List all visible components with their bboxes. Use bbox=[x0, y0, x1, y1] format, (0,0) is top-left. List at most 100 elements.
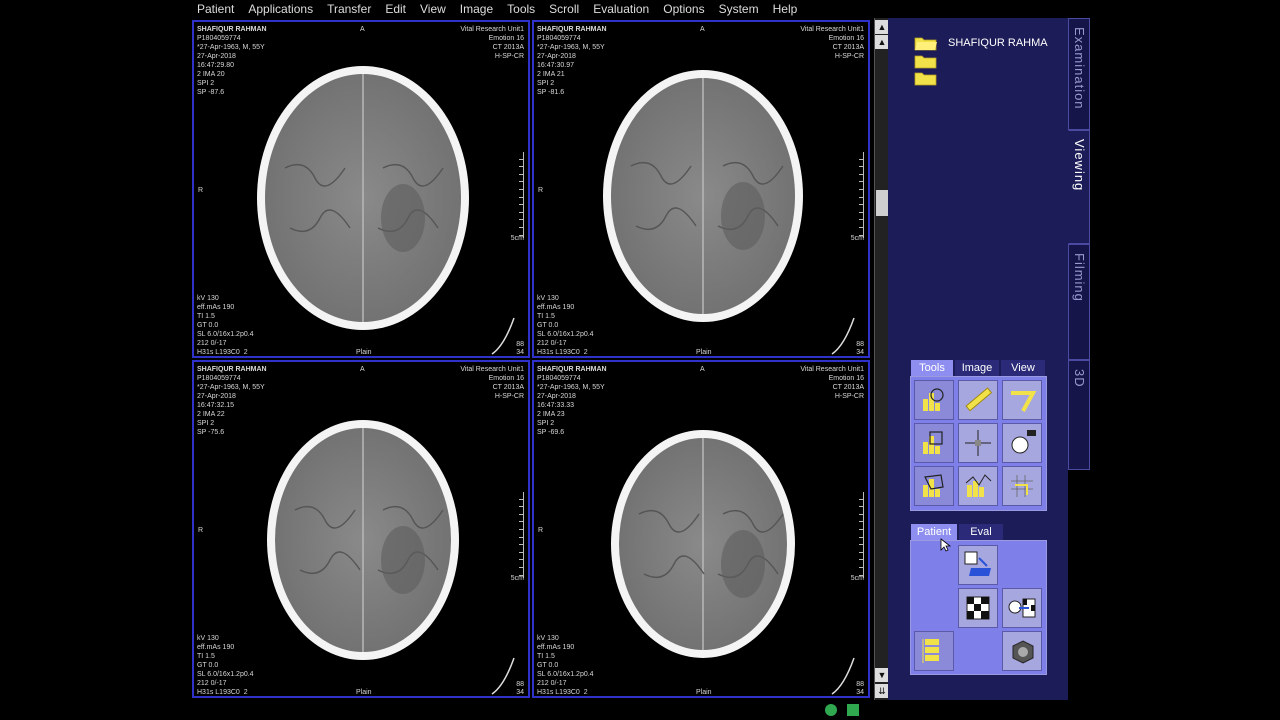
tab-view[interactable]: View bbox=[1001, 360, 1045, 376]
page-indicator-2: 34 bbox=[856, 689, 864, 696]
tech-gt: GT 0.0 bbox=[537, 322, 559, 329]
spi-value: SPI 2 bbox=[537, 420, 555, 427]
menu-image[interactable]: Image bbox=[453, 0, 500, 18]
viewport-3[interactable]: SHAFIQUR RAHMAN P1804059774 *27-Apr-1963… bbox=[192, 360, 530, 698]
hsp-label: H-SP-CR bbox=[494, 53, 524, 60]
tech-kv: kV 130 bbox=[537, 295, 559, 302]
menu-patient[interactable]: Patient bbox=[190, 0, 241, 18]
arrow-up-icon: ▲ bbox=[877, 22, 887, 32]
menu-system[interactable]: System bbox=[712, 0, 766, 18]
menu-options[interactable]: Options bbox=[656, 0, 711, 18]
copy-layout-icon bbox=[1008, 598, 1036, 618]
slice-position: SP -75.6 bbox=[197, 429, 225, 436]
scroll-thumb[interactable] bbox=[876, 190, 888, 216]
scroll-end-button[interactable]: ⇊ bbox=[875, 684, 889, 698]
viewport-1[interactable]: SHAFIQUR RAHMAN P1804059774 *27-Apr-1963… bbox=[192, 20, 530, 358]
menu-view[interactable]: View bbox=[413, 0, 453, 18]
scroll-page-up-button[interactable]: ▲ bbox=[875, 35, 889, 49]
menu-transfer[interactable]: Transfer bbox=[320, 0, 378, 18]
tab-3d[interactable]: 3D bbox=[1068, 360, 1090, 470]
status-bar bbox=[820, 700, 1088, 720]
tech-gt: GT 0.0 bbox=[537, 662, 559, 669]
copy-to-layout-button[interactable] bbox=[1002, 588, 1042, 628]
distance-button[interactable] bbox=[958, 380, 998, 420]
scroll-down-button[interactable]: ▼ bbox=[875, 668, 889, 682]
roi-circle-button[interactable] bbox=[914, 380, 954, 420]
study-date: 27-Apr-2018 bbox=[197, 393, 236, 400]
folder-open-icon[interactable] bbox=[914, 35, 938, 51]
layout-button[interactable] bbox=[958, 588, 998, 628]
network-indicator-icon bbox=[847, 704, 859, 716]
scale-ruler bbox=[859, 492, 864, 578]
slice-position: SP -69.6 bbox=[537, 429, 565, 436]
hsp-label: H-SP-CR bbox=[834, 53, 864, 60]
ct-brain-image[interactable] bbox=[534, 22, 870, 358]
roi-rectangle-button[interactable] bbox=[914, 423, 954, 463]
tech-ti: TI 1.5 bbox=[537, 653, 555, 660]
ct-brain-image[interactable] bbox=[534, 362, 870, 698]
angle-button[interactable] bbox=[1002, 380, 1042, 420]
image-scrollbar[interactable]: ▲ ▲ ▼ ⇊ bbox=[874, 18, 889, 700]
tech-kv: kV 130 bbox=[197, 295, 219, 302]
image-number: 2 IMA 20 bbox=[197, 71, 225, 78]
folder-icon[interactable] bbox=[914, 53, 938, 69]
mouse-cursor-icon bbox=[940, 538, 952, 552]
profile-button[interactable] bbox=[958, 466, 998, 506]
tab-eval[interactable]: Eval bbox=[959, 524, 1003, 540]
study-time: 16:47:29.80 bbox=[197, 62, 234, 69]
spi-value: SPI 2 bbox=[537, 80, 555, 87]
kernel-label: Plain bbox=[356, 689, 372, 696]
annotation-button[interactable] bbox=[1002, 423, 1042, 463]
save-to-folder-button[interactable] bbox=[958, 545, 998, 585]
tech-window: 212 0/-17 bbox=[537, 680, 567, 687]
study-time: 16:47:32.15 bbox=[197, 402, 234, 409]
viewport-4[interactable]: SHAFIQUR RAHMAN P1804059774 *27-Apr-1963… bbox=[532, 360, 870, 698]
tab-viewing[interactable]: Viewing bbox=[1068, 130, 1090, 244]
image-number: 2 IMA 22 bbox=[197, 411, 225, 418]
menu-scroll[interactable]: Scroll bbox=[542, 0, 586, 18]
ct-brain-image[interactable] bbox=[194, 22, 530, 358]
viewport-2[interactable]: SHAFIQUR RAHMAN P1804059774 *27-Apr-1963… bbox=[532, 20, 870, 358]
scanner-model: Emotion 16 bbox=[488, 375, 524, 382]
patient-dob: *27-Apr-1963, M, 55Y bbox=[537, 384, 605, 391]
ct-version: CT 2013A bbox=[492, 384, 524, 391]
menu-edit[interactable]: Edit bbox=[378, 0, 413, 18]
orientation-left: R bbox=[538, 187, 544, 194]
grid-button[interactable] bbox=[1002, 466, 1042, 506]
tab-tools[interactable]: Tools bbox=[911, 360, 953, 376]
scale-ruler bbox=[519, 152, 524, 238]
patient-folder-label[interactable]: SHAFIQUR RAHMA bbox=[948, 37, 1048, 49]
orientation-left: R bbox=[538, 527, 544, 534]
window-level-curve-icon bbox=[831, 317, 855, 355]
volume-button[interactable] bbox=[1002, 631, 1042, 671]
tech-kernel: H31s L193C0 2 bbox=[197, 689, 248, 696]
menu-applications[interactable]: Applications bbox=[241, 0, 320, 18]
tab-examination[interactable]: Examination bbox=[1068, 18, 1090, 130]
study-time: 16:47:33.33 bbox=[537, 402, 574, 409]
page-indicator-2: 34 bbox=[516, 689, 524, 696]
page-indicator-2: 34 bbox=[516, 349, 524, 356]
study-date: 27-Apr-2018 bbox=[537, 393, 576, 400]
tech-mas: eff.mAs 190 bbox=[197, 644, 235, 651]
ct-brain-image[interactable] bbox=[194, 362, 530, 698]
folder-icon[interactable] bbox=[914, 70, 938, 86]
tab-filming[interactable]: Filming bbox=[1068, 244, 1090, 360]
tech-ti: TI 1.5 bbox=[537, 313, 555, 320]
tech-kv: kV 130 bbox=[197, 635, 219, 642]
pixel-lens-button[interactable] bbox=[958, 423, 998, 463]
layout-grid-icon bbox=[966, 596, 990, 620]
tab-filming-label: Filming bbox=[1072, 253, 1087, 302]
tab-image[interactable]: Image bbox=[955, 360, 999, 376]
institution: Vital Research Unit1 bbox=[460, 26, 524, 33]
roi-freehand-button[interactable] bbox=[914, 466, 954, 506]
volume-cube-icon bbox=[1012, 640, 1034, 664]
study-time: 16:47:30.97 bbox=[537, 62, 574, 69]
series-button[interactable] bbox=[914, 631, 954, 671]
patient-id: P1804059774 bbox=[197, 35, 241, 42]
menu-help[interactable]: Help bbox=[766, 0, 805, 18]
menu-evaluation[interactable]: Evaluation bbox=[586, 0, 656, 18]
tech-kv: kV 130 bbox=[537, 635, 559, 642]
scroll-up-button[interactable]: ▲ bbox=[875, 20, 889, 34]
patient-dob: *27-Apr-1963, M, 55Y bbox=[537, 44, 605, 51]
menu-tools[interactable]: Tools bbox=[500, 0, 542, 18]
